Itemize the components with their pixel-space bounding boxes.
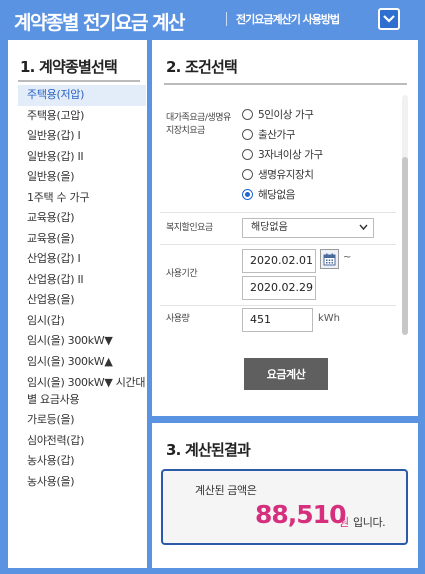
period-label: 사용기간	[166, 269, 198, 279]
radio-label: 3자녀이상 가구	[258, 149, 323, 161]
period-end-input[interactable]: 2020.02.29	[242, 276, 316, 300]
contract-item-education-b[interactable]: 교육용(을)	[18, 229, 146, 250]
header-dropdown-button[interactable]	[378, 8, 400, 30]
contract-item-general-a2[interactable]: 일반용(갑) II	[18, 147, 146, 168]
calculate-button[interactable]: 요금계산	[244, 358, 328, 390]
contract-item-agriculture-b[interactable]: 농사용(을)	[18, 472, 146, 493]
contract-item-temporary-b-tou[interactable]: 임시(을) 300kW▼ 시간대별 요금사용	[18, 372, 146, 410]
conditions-scrollbar[interactable]	[400, 95, 409, 335]
header-divider	[226, 12, 227, 26]
contract-item-industrial-a1[interactable]: 산업용(갑) I	[18, 249, 146, 270]
radio-label: 출산가구	[258, 129, 296, 141]
result-currency: 원	[339, 516, 350, 529]
contract-item-industrial-b[interactable]: 산업용(을)	[18, 290, 146, 311]
result-label: 계산된 금액은	[195, 484, 257, 497]
contract-title-rule	[18, 80, 140, 82]
discount-radio-life-support[interactable]: 생명유지장치	[242, 166, 314, 183]
calendar-icon	[323, 253, 336, 265]
usage-label: 사용량	[166, 314, 190, 324]
contract-item-general-a1[interactable]: 일반용(갑) I	[18, 126, 146, 147]
result-box: 계산된 금액은 88,510 원 입니다.	[161, 469, 408, 545]
contract-item-temporary-b-under[interactable]: 임시(을) 300kW▼	[18, 331, 146, 352]
contract-item-industrial-a2[interactable]: 산업용(갑) II	[18, 270, 146, 291]
welfare-discount-select[interactable]: 해당없음	[242, 218, 374, 238]
usage-guide-link[interactable]: 전기요금계산기 사용방법	[236, 11, 340, 27]
discount-label: 대가족요금/생명유지장치요금	[166, 113, 231, 136]
row-separator	[160, 305, 396, 306]
contract-item-residential-high[interactable]: 주택용(고압)	[18, 106, 146, 127]
radio-circle	[242, 149, 253, 160]
contract-item-education-a[interactable]: 교육용(갑)	[18, 208, 146, 229]
result-panel: 3. 계산된결과 계산된 금액은 88,510 원 입니다.	[152, 423, 418, 568]
radio-circle	[242, 109, 253, 120]
usage-unit: kWh	[318, 313, 341, 324]
contract-type-panel: 1. 계약종별선택 주택용(저압) 주택용(고압) 일반용(갑) I 일반용(갑…	[8, 40, 147, 568]
discount-radio-none[interactable]: 해당없음	[242, 186, 295, 203]
contract-panel-title: 1. 계약종별선택	[20, 58, 118, 76]
radio-circle	[242, 129, 253, 140]
period-tilde: ~	[343, 252, 352, 263]
contract-item-general-b[interactable]: 일반용(을)	[18, 167, 146, 188]
contract-item-streetlight-b[interactable]: 가로등(을)	[18, 410, 146, 431]
welfare-label: 복지할인요금	[166, 223, 213, 233]
result-amount: 88,510	[255, 500, 346, 529]
discount-radio-childbirth[interactable]: 출산가구	[242, 126, 295, 143]
conditions-title-rule	[164, 83, 407, 85]
result-suffix: 입니다.	[353, 516, 386, 529]
contract-item-residential-low[interactable]: 주택용(저압)	[18, 85, 146, 106]
conditions-scroll-area: 대가족요금/생명유지장치요금 5인이상 가구 출산가구 3자녀이상 가구 생명유…	[152, 92, 418, 338]
calendar-button[interactable]	[320, 249, 339, 269]
chevron-down-icon	[359, 224, 368, 231]
scrollbar-thumb[interactable]	[402, 157, 408, 335]
chevron-down-icon	[383, 15, 395, 23]
radio-label: 생명유지장치	[258, 169, 314, 181]
radio-circle	[242, 169, 253, 180]
radio-label: 5인이상 가구	[258, 109, 314, 121]
usage-input[interactable]: 451	[242, 308, 313, 332]
contract-item-temporary-b-over[interactable]: 임시(을) 300kW▲	[18, 352, 146, 373]
row-separator	[160, 244, 396, 245]
radio-label: 해당없음	[258, 189, 296, 201]
contract-type-list: 주택용(저압) 주택용(고압) 일반용(갑) I 일반용(갑) II 일반용(을…	[18, 85, 146, 492]
discount-radio-three-children[interactable]: 3자녀이상 가구	[242, 146, 323, 163]
row-separator	[160, 212, 396, 213]
contract-item-night-power-a[interactable]: 심야전력(갑)	[18, 431, 146, 452]
conditions-panel-title: 2. 조건선택	[166, 58, 238, 76]
contract-item-temporary-a[interactable]: 임시(갑)	[18, 311, 146, 332]
discount-radio-five-plus[interactable]: 5인이상 가구	[242, 106, 314, 123]
period-start-input[interactable]: 2020.02.01	[242, 249, 316, 273]
welfare-select-value: 해당없음	[251, 222, 288, 233]
page-title: 계약종별 전기요금 계산	[14, 12, 186, 34]
contract-item-agriculture-a[interactable]: 농사용(갑)	[18, 451, 146, 472]
header-bar: 계약종별 전기요금 계산 전기요금계산기 사용방법	[0, 0, 425, 40]
conditions-panel: 2. 조건선택 대가족요금/생명유지장치요금 5인이상 가구 출산가구 3자녀이…	[152, 40, 418, 416]
radio-circle-checked	[242, 189, 253, 200]
contract-item-multi-household[interactable]: 1주택 수 가구	[18, 188, 146, 209]
result-panel-title: 3. 계산된결과	[166, 441, 251, 459]
